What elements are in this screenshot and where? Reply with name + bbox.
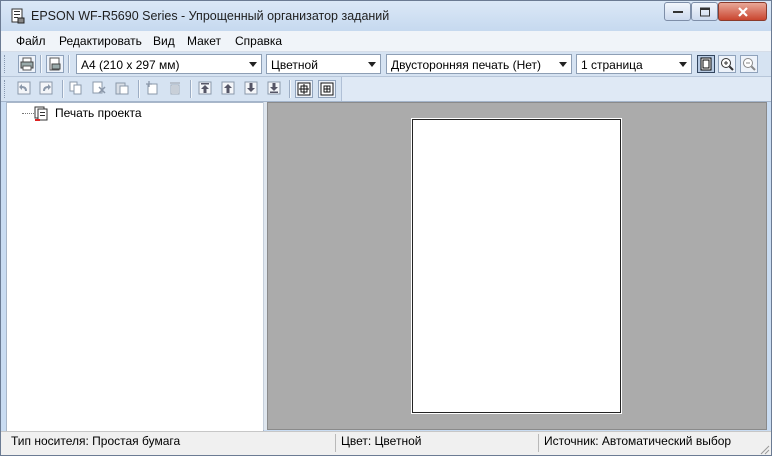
move-to-top-icon [198,81,212,95]
move-up-icon [221,81,235,95]
close-icon [737,6,748,17]
pages-per-sheet-select[interactable]: 1 страница [576,54,692,74]
menu-help[interactable]: Справка [235,34,282,48]
redo-icon [39,81,53,95]
zoom-in-icon [721,58,734,71]
move-up-button[interactable] [220,80,238,98]
print-preview-area [267,102,767,430]
edit-toolbar [1,77,771,102]
chevron-down-icon [249,62,257,67]
move-down-icon [244,81,258,95]
copy-icon [69,81,82,95]
delete-icon [170,82,180,95]
status-source: Источник: Автоматический выбор [544,434,732,448]
move-to-bottom-button[interactable] [266,80,284,98]
menu-edit[interactable]: Редактировать [59,34,142,48]
status-divider [335,434,336,452]
maximize-icon [699,7,710,16]
status-media-type: Тип носителя: Простая бумага [11,434,181,448]
undo-button[interactable] [16,80,34,98]
new-page-icon [146,81,158,95]
printer-document-icon [11,8,25,24]
tree-item-print-project[interactable]: Печать проекта [55,106,142,120]
status-bar: Тип носителя: Простая бумага Цвет: Цветн… [1,431,771,455]
resize-grip-icon[interactable] [758,443,770,455]
fit-page-button[interactable] [697,55,715,73]
menu-file[interactable]: Файл [16,34,46,48]
color-mode-select[interactable]: Цветной [266,54,381,74]
zoom-out-icon [743,58,756,71]
minimize-button[interactable] [664,2,691,21]
print-button[interactable] [18,55,36,73]
paper-size-select[interactable]: A4 (210 x 297 мм) [76,54,262,74]
chevron-down-icon [559,62,567,67]
zoom-out-button[interactable] [740,55,758,73]
window-title: EPSON WF-R5690 Series - Упрощенный орган… [31,9,390,23]
menu-view[interactable]: Вид [153,34,175,48]
pages-per-sheet-value: 1 страница [581,58,643,72]
menu-bar: Файл Редактировать Вид Макет Справка [1,31,771,52]
group-icon [297,82,311,96]
group-button[interactable] [295,80,313,98]
toolbar-separator [190,80,192,98]
zoom-in-button[interactable] [718,55,736,73]
toolbar-grip[interactable] [4,80,8,98]
paste-icon [115,82,129,95]
chevron-down-icon [368,62,376,67]
toolbar-grip[interactable] [4,55,8,73]
undo-icon [17,81,31,95]
move-to-bottom-icon [267,81,281,95]
print-preview-button[interactable] [46,55,64,73]
cut-button[interactable] [91,80,109,98]
delete-button[interactable] [167,80,185,98]
ungroup-button[interactable] [318,80,336,98]
menu-layout[interactable]: Макет [187,34,221,48]
fit-page-icon [700,57,712,71]
title-bar[interactable]: EPSON WF-R5690 Series - Упрощенный орган… [1,1,771,31]
ungroup-icon [320,82,334,96]
new-page-button[interactable] [144,80,162,98]
redo-button[interactable] [38,80,56,98]
chevron-down-icon [679,62,687,67]
toolbar-separator [138,80,140,98]
job-tree-pane: Печать проекта [6,102,264,432]
copy-button[interactable] [68,80,86,98]
close-button[interactable] [718,2,767,21]
tree-connector [22,113,34,114]
app-window: EPSON WF-R5690 Series - Упрощенный орган… [0,0,772,456]
status-divider [538,434,539,452]
move-to-top-button[interactable] [197,80,215,98]
maximize-button[interactable] [691,2,718,21]
main-toolbar: A4 (210 x 297 мм) Цветной Двусторонняя п… [1,52,771,77]
duplex-value: Двусторонняя печать (Нет) [391,58,542,72]
paste-button[interactable] [114,80,132,98]
toolbar-separator [68,55,70,73]
toolbar-separator [40,55,42,73]
toolbar-empty-area [341,77,771,101]
toolbar-separator [289,80,291,98]
toolbar-separator [62,80,64,98]
color-mode-value: Цветной [271,58,318,72]
print-preview-icon [49,57,61,71]
preview-page[interactable] [412,119,621,413]
paper-size-value: A4 (210 x 297 мм) [81,58,180,72]
minimize-icon [672,10,683,13]
print-icon [20,57,34,71]
print-job-icon [34,106,50,122]
status-color: Цвет: Цветной [341,434,422,448]
duplex-select[interactable]: Двусторонняя печать (Нет) [386,54,572,74]
cut-icon [92,81,106,94]
move-down-button[interactable] [243,80,261,98]
